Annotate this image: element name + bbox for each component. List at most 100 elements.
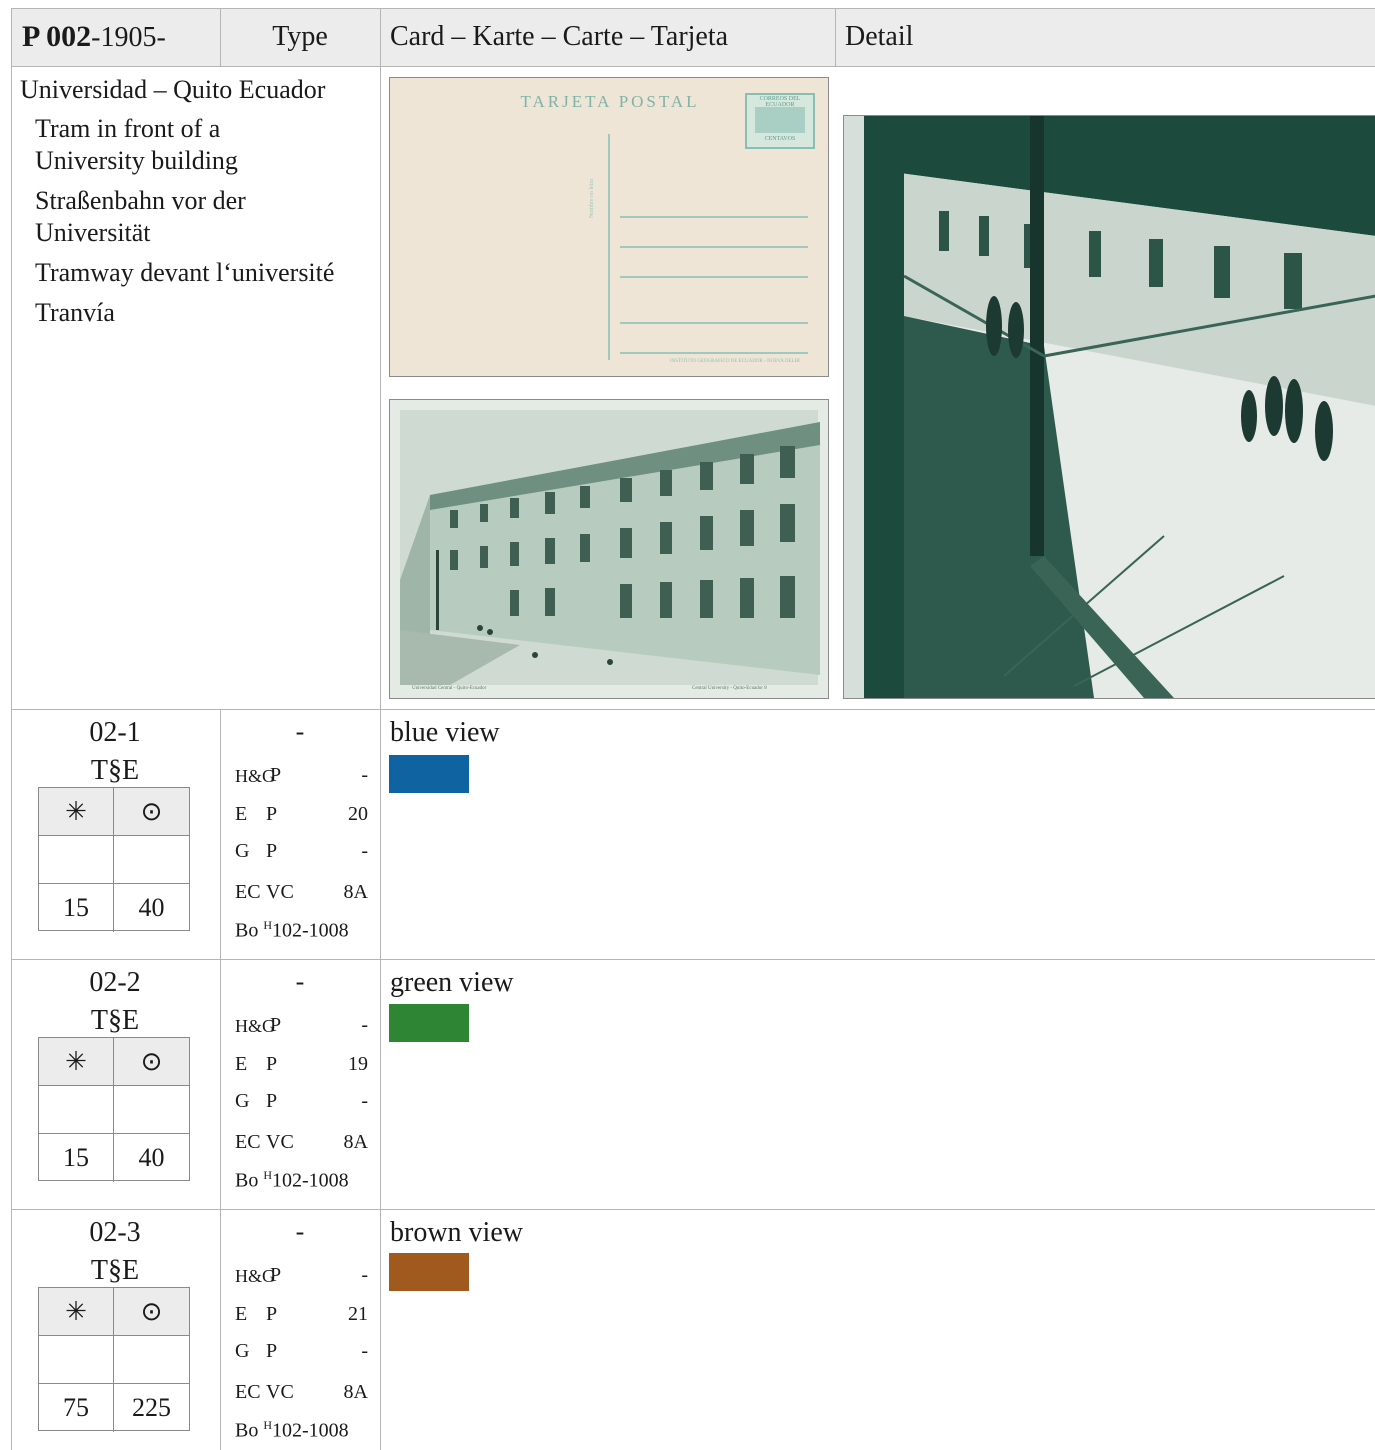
type-dash: -	[295, 1217, 305, 1246]
price-grid: ✳ ⊙ 75 225	[38, 1287, 190, 1432]
table-border	[11, 66, 1375, 67]
mint-icon: ✳	[39, 788, 114, 836]
bo-value: 102-1008	[272, 919, 349, 942]
postcard-front-image: TARJETA POSTAL CORREOS DEL ECUADOR CENTA…	[389, 77, 829, 377]
g-value: -	[361, 1090, 368, 1112]
e-value: 20	[348, 803, 368, 825]
ec-label: EC	[235, 881, 261, 903]
used-price: 40	[138, 1143, 165, 1172]
view-label: blue view	[390, 717, 500, 748]
variant-code: 02-1	[89, 717, 141, 748]
hg-label: H&G	[235, 766, 275, 786]
printer-imprint: INSTITUTO GEOGRAFICO DE ECUADOR - NUEVA …	[670, 359, 800, 364]
hg-p: P	[270, 1264, 282, 1286]
hg-label: H&G	[235, 1266, 275, 1286]
variant-subcode: T§E	[90, 755, 140, 786]
description-es: Tranvía	[35, 298, 115, 327]
grid-empty-cell	[39, 1086, 114, 1134]
mint-icon: ✳	[39, 1288, 114, 1336]
bo-superscript: H	[263, 918, 273, 932]
variant-code: 02-3	[89, 1217, 141, 1248]
variant-subcode: T§E	[90, 1005, 140, 1036]
description-en-1: Tram in front of a	[35, 114, 221, 143]
ec-vc: VC	[266, 881, 294, 903]
description-location: Universidad – Quito Ecuador	[20, 75, 326, 104]
e-value: 21	[348, 1303, 368, 1325]
bo-label: Bo	[235, 919, 259, 942]
grid-empty-cell	[114, 836, 189, 884]
g-label: G	[235, 1090, 250, 1112]
hg-label: H&G	[235, 1016, 275, 1036]
e-p: P	[266, 803, 278, 825]
table-border	[11, 8, 12, 1450]
table-border	[835, 8, 836, 66]
ec-label: EC	[235, 1131, 261, 1153]
table-border	[11, 709, 1375, 710]
type-dash: -	[295, 717, 305, 746]
description-en-2: University building	[35, 146, 238, 175]
catalog-id-bold: P 002	[22, 20, 92, 53]
g-p: P	[266, 1090, 278, 1112]
grid-empty-cell	[39, 836, 114, 884]
grid-empty-cell	[39, 1336, 114, 1384]
color-swatch	[389, 1004, 469, 1042]
vertical-caption: Nombre en letra	[589, 179, 595, 218]
e-label: E	[235, 1303, 248, 1325]
header-card: Card – Karte – Carte – Tarjeta	[390, 21, 729, 52]
bo-label: Bo	[235, 1419, 259, 1442]
ec-label: EC	[235, 1381, 261, 1403]
view-label: brown view	[390, 1217, 523, 1248]
address-line	[620, 276, 808, 278]
e-value: 19	[348, 1053, 368, 1075]
g-label: G	[235, 1340, 250, 1362]
hg-value: -	[361, 1264, 368, 1286]
used-price: 40	[138, 893, 165, 922]
description-de-2: Universität	[35, 218, 151, 247]
table-border	[11, 8, 1375, 9]
bo-value: 102-1008	[272, 1169, 349, 1192]
e-p: P	[266, 1303, 278, 1325]
table-border	[220, 8, 221, 66]
e-label: E	[235, 803, 248, 825]
address-line	[620, 352, 808, 354]
bo-label: Bo	[235, 1169, 259, 1192]
color-swatch	[389, 1253, 469, 1291]
table-border	[380, 8, 381, 1450]
address-line	[620, 216, 808, 218]
bo-superscript: H	[263, 1418, 273, 1432]
hg-value: -	[361, 764, 368, 786]
g-value: -	[361, 840, 368, 862]
catalog-id-year: -1905-	[91, 22, 166, 53]
university-building-photo	[390, 400, 828, 698]
header-type: Type	[272, 21, 328, 52]
variant-subcode: T§E	[90, 1255, 140, 1286]
address-line	[620, 322, 808, 324]
description-fr: Tramway devant l‘université	[35, 258, 335, 287]
table-border	[220, 709, 221, 1450]
caption-right: Central University - Quito-Ecuador 8	[692, 686, 767, 691]
e-label: E	[235, 1053, 248, 1075]
g-p: P	[266, 1340, 278, 1362]
address-line	[620, 246, 808, 248]
used-icon: ⊙	[114, 788, 189, 836]
mint-price: 15	[39, 884, 114, 932]
view-label: green view	[390, 967, 514, 998]
divider-line	[608, 134, 610, 360]
mint-price: 15	[39, 1134, 114, 1182]
bo-value: 102-1008	[272, 1419, 349, 1442]
g-label: G	[235, 840, 250, 862]
ec-vc: VC	[266, 1381, 294, 1403]
postcard-picture-image: Universidad Central - Quito-Ecuador Cent…	[389, 399, 829, 699]
stamp-text-bottom: CENTAVOS	[764, 136, 796, 142]
ec-value: 8A	[343, 881, 368, 903]
hg-value: -	[361, 1014, 368, 1036]
postage-stamp-imprint: CORREOS DEL ECUADOR CENTAVOS	[745, 93, 815, 149]
mint-icon: ✳	[39, 1038, 114, 1086]
price-grid: ✳ ⊙ 15 40	[38, 1037, 190, 1182]
type-dash: -	[295, 967, 305, 996]
price-grid: ✳ ⊙ 15 40	[38, 787, 190, 932]
caption-left: Universidad Central - Quito-Ecuador	[412, 686, 487, 691]
grid-empty-cell	[114, 1336, 189, 1384]
used-icon: ⊙	[114, 1288, 189, 1336]
bo-superscript: H	[263, 1168, 273, 1182]
